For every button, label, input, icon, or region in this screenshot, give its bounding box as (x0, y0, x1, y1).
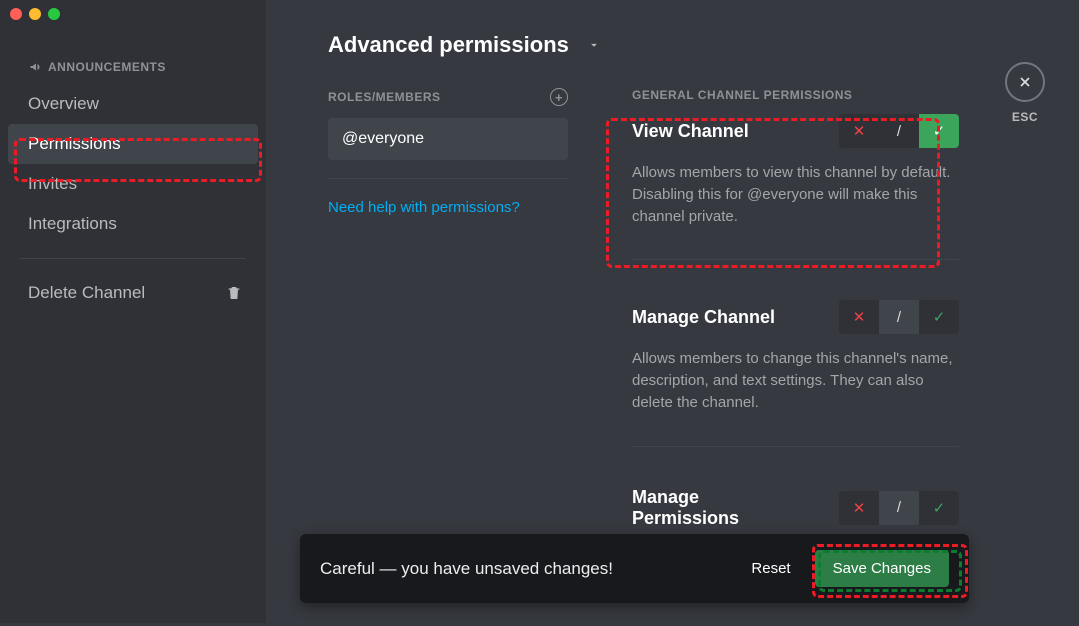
sidebar-item-overview[interactable]: Overview (0, 84, 266, 124)
sidebar-divider (20, 258, 246, 259)
perm-neutral-button[interactable]: / (879, 491, 919, 525)
page-title-row: Advanced permissions (328, 32, 959, 58)
toast-message: Careful — you have unsaved changes! (320, 559, 613, 579)
permissions-header-label: GENERAL CHANNEL PERMISSIONS (632, 88, 852, 102)
roles-header-row: ROLES/MEMBERS + (328, 88, 568, 106)
perm-desc: Allows members to change this channel's … (632, 348, 959, 413)
perm-name: Manage Channel (632, 307, 775, 328)
sidebar-item-invites[interactable]: Invites (0, 164, 266, 204)
delete-channel-label: Delete Channel (28, 283, 145, 303)
perm-desc: Allows members to view this channel by d… (632, 162, 959, 227)
sidebar-category-label: ANNOUNCEMENTS (48, 60, 166, 74)
sidebar-category-header: ANNOUNCEMENTS (0, 60, 266, 84)
chevron-down-icon[interactable] (587, 38, 601, 52)
sidebar: ANNOUNCEMENTS Overview Permissions Invit… (0, 0, 266, 623)
minimize-window-dot[interactable] (29, 8, 41, 20)
perm-allow-button[interactable]: ✓ (919, 114, 959, 148)
main-content: Advanced permissions ROLES/MEMBERS + @ev… (266, 0, 1079, 623)
save-changes-button[interactable]: Save Changes (815, 550, 949, 587)
permissions-help-link[interactable]: Need help with permissions? (328, 199, 568, 216)
maximize-window-dot[interactable] (48, 8, 60, 20)
window-controls (10, 8, 60, 20)
add-role-button[interactable]: + (550, 88, 568, 106)
perm-manage-channel: Manage Channel ✕ / ✓ Allows members to c… (632, 300, 959, 446)
sidebar-item-permissions[interactable]: Permissions (8, 124, 258, 164)
perm-divider (632, 446, 959, 447)
sidebar-item-integrations[interactable]: Integrations (0, 204, 266, 244)
perm-name: Manage Permissions (632, 487, 802, 529)
permissions-header: GENERAL CHANNEL PERMISSIONS (632, 88, 959, 102)
perm-toggle-manage-channel: ✕ / ✓ (839, 300, 959, 334)
perm-neutral-button[interactable]: / (879, 114, 919, 148)
reset-button[interactable]: Reset (751, 560, 790, 577)
close-button-group: ESC (1005, 62, 1045, 124)
perm-deny-button[interactable]: ✕ (839, 491, 879, 525)
perm-name: View Channel (632, 121, 749, 142)
perm-toggle-view-channel: ✕ / ✓ (839, 114, 959, 148)
sidebar-item-delete-channel[interactable]: Delete Channel (0, 273, 266, 313)
close-icon (1017, 74, 1033, 90)
role-everyone[interactable]: @everyone (328, 118, 568, 160)
perm-view-channel: View Channel ✕ / ✓ Allows members to vie… (632, 114, 959, 260)
perm-allow-button[interactable]: ✓ (919, 300, 959, 334)
close-window-dot[interactable] (10, 8, 22, 20)
perm-divider (632, 259, 959, 260)
unsaved-changes-toast: Careful — you have unsaved changes! Rese… (300, 534, 969, 603)
perm-toggle-manage-permissions: ✕ / ✓ (839, 491, 959, 525)
page-title: Advanced permissions (328, 32, 569, 58)
perm-deny-button[interactable]: ✕ (839, 114, 879, 148)
megaphone-icon (28, 61, 42, 73)
perm-neutral-button[interactable]: / (879, 300, 919, 334)
roles-header-label: ROLES/MEMBERS (328, 90, 441, 104)
close-label: ESC (1012, 110, 1038, 124)
trash-icon (226, 285, 242, 301)
roles-divider (328, 178, 568, 179)
perm-deny-button[interactable]: ✕ (839, 300, 879, 334)
perm-allow-button[interactable]: ✓ (919, 491, 959, 525)
close-button[interactable] (1005, 62, 1045, 102)
